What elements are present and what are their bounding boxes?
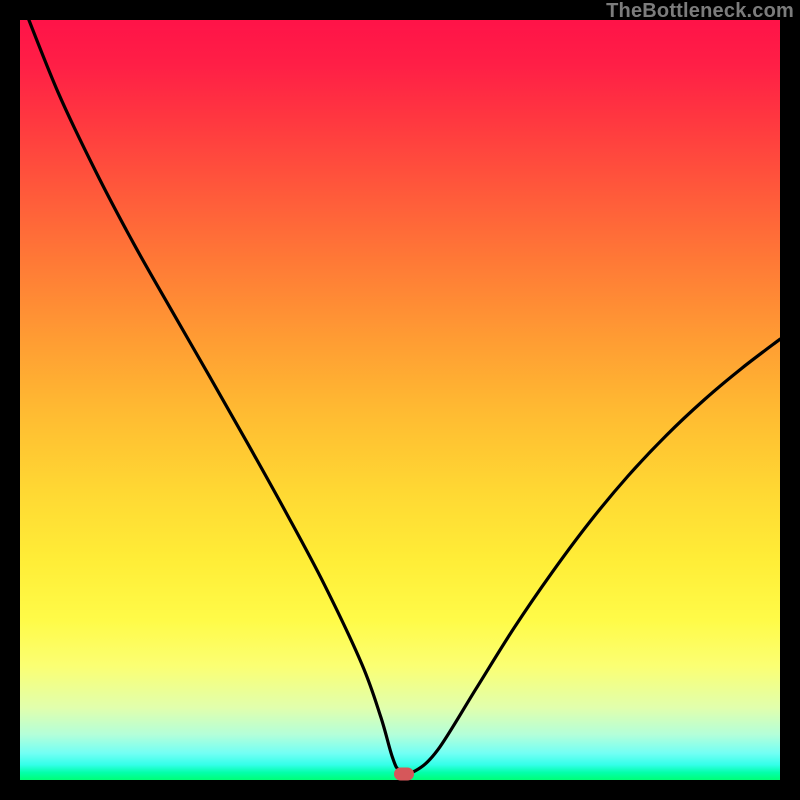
chart-frame: TheBottleneck.com (0, 0, 800, 800)
bottleneck-curve (20, 20, 780, 773)
optimal-marker (394, 767, 414, 780)
plot-area (20, 20, 780, 780)
curve-svg (20, 20, 780, 780)
